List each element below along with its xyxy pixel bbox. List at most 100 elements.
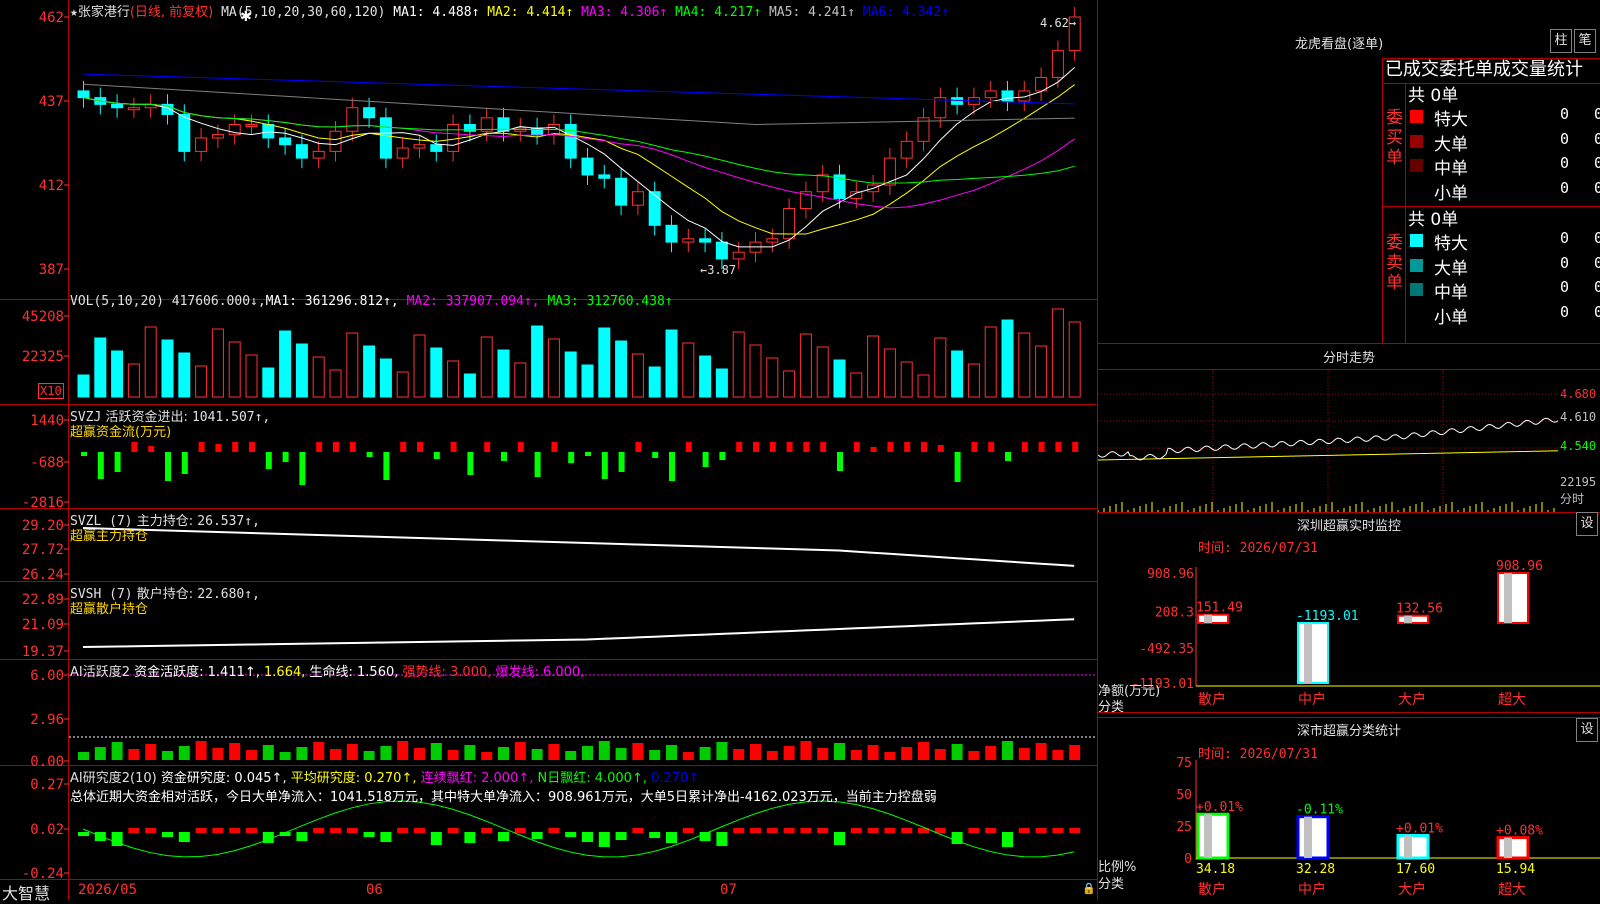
research-bar [498, 832, 509, 841]
buy-pct: 0% [1594, 178, 1600, 197]
classify-change-label: -0.11% [1296, 803, 1343, 818]
candle-body [245, 124, 258, 128]
buy-name: 大单 [1434, 134, 1468, 155]
flow-bar [534, 452, 541, 477]
research-bar [968, 828, 980, 833]
candle-body [312, 150, 325, 159]
active-bar [649, 750, 661, 760]
classify-change-label: +0.08% [1496, 824, 1543, 839]
kline-chart-area[interactable]: 4.62→ ←3.87 462 437 412 387 45208 22325 1440 -68… [0, 0, 1098, 903]
volume-bar [497, 349, 510, 398]
candle-body [77, 90, 90, 99]
research-bar [632, 828, 644, 833]
flow-bar [719, 452, 726, 460]
ai-active-part-4: 强势线: 3.000, [402, 665, 496, 680]
sell-count: 0 [1560, 302, 1570, 321]
flow-bar [181, 452, 188, 474]
monitor-settings-button[interactable]: 设 [1576, 512, 1598, 536]
research-bar [598, 832, 610, 847]
sell-name: 小单 [1434, 307, 1468, 328]
volume-bar [833, 359, 846, 398]
buy-count: 0 [1560, 154, 1570, 172]
candle-body [648, 191, 661, 226]
flow-bar [954, 452, 961, 482]
active-bar [430, 743, 442, 760]
flow-bar [433, 452, 440, 459]
classify-chart: 75 50 25 0 +0.01% 34.18 散户 -0.11% 32.28 中户 +0.01% 1… [1176, 756, 1600, 898]
monitor-xlabel: 分类 [1098, 700, 1125, 715]
volume-bar [514, 362, 527, 398]
y-tick: 22.89 [22, 592, 64, 608]
flow-bar [114, 452, 121, 472]
candle-body [178, 113, 191, 152]
buy-row: 小单 0 0% [1408, 178, 1600, 204]
active-bar [145, 744, 157, 760]
volume-unit[interactable]: X10 [38, 383, 64, 399]
flow-bar [937, 445, 944, 452]
monitor-category-label: 大户 [1398, 691, 1426, 708]
monitor-category-label: 超大 [1498, 692, 1526, 708]
monitor-value-label: 132.56 [1396, 602, 1443, 617]
buy-color-swatch [1410, 159, 1423, 172]
classify-change-label: +0.01% [1196, 800, 1243, 815]
volume-bar [850, 372, 863, 398]
lock-icon[interactable]: 🔒 [1082, 882, 1096, 895]
volume-bar [211, 328, 224, 398]
flow-bar [249, 442, 255, 452]
kline-chart-svg[interactable]: 4.62→ ←3.87 462 437 412 387 45208 22325 1440 -68… [0, 0, 1098, 900]
intraday-volume: 22195 [1560, 475, 1597, 489]
research-bar [78, 832, 89, 836]
monitor-category-label: 散户 [1198, 691, 1226, 708]
low-price-label: ←3.87 [700, 263, 736, 277]
sell-side-label: 委卖单 [1386, 233, 1403, 293]
classify-bar [1496, 836, 1530, 860]
candle-body [900, 140, 913, 159]
app-logo[interactable]: 大智慧 [2, 880, 50, 904]
active-bar [951, 744, 963, 760]
flow-bar [551, 442, 558, 452]
active-bar [850, 750, 862, 760]
y-tick: -2816 [22, 495, 64, 511]
candle-body [665, 224, 678, 243]
monitor-bar [1197, 613, 1229, 625]
ai-research-summary: 总体近期大资金相对活跃，今日大单净流入：1041.518万元，其中特大单净流入：… [70, 790, 937, 805]
sell-name: 大单 [1434, 258, 1468, 279]
research-bar [666, 832, 677, 843]
tick-view-button[interactable]: 笔 [1574, 29, 1596, 53]
flow-bar [484, 442, 491, 452]
buy-count: 0 [1560, 178, 1570, 197]
sell-name: 特大 [1434, 234, 1468, 254]
column-view-button[interactable]: 柱 [1550, 29, 1572, 53]
y-tick: 19.37 [22, 644, 64, 660]
monitor-value-label: 908.96 [1496, 559, 1543, 574]
active-bar [918, 742, 929, 760]
active-bar [582, 746, 593, 760]
flow-bar [450, 442, 457, 452]
candle-body [363, 107, 376, 119]
flow-bar [316, 442, 323, 452]
svzl-line [82, 527, 1075, 567]
research-bar [850, 828, 862, 833]
y-tick: 1440 [30, 413, 64, 429]
active-bar [1002, 741, 1013, 760]
monitor-bar-shade [1304, 623, 1312, 683]
ma-line [83, 73, 1075, 105]
sell-row: 特大 0 0% [1408, 229, 1600, 254]
volume-bar [867, 335, 880, 398]
research-bar [985, 828, 997, 833]
stock-name: 张家港行 [77, 5, 130, 20]
research-bar [397, 828, 409, 833]
active-bar [750, 744, 761, 760]
classify-settings-button[interactable]: 设 [1576, 718, 1598, 742]
research-bar [1018, 828, 1030, 833]
active-bar [262, 745, 274, 760]
volume-bar [816, 346, 829, 398]
classify-bar-shade [1504, 837, 1512, 858]
research-bar [481, 828, 493, 833]
y-tick: 437 [39, 94, 64, 110]
buy-pct: 0% [1594, 154, 1600, 172]
price-header: ★张家港行(日线, 前复权) MA(5,10,20,30,60,120) MA1… [70, 1, 949, 20]
active-bar [447, 750, 459, 760]
volume-bar [161, 339, 174, 398]
research-bar [884, 828, 896, 833]
